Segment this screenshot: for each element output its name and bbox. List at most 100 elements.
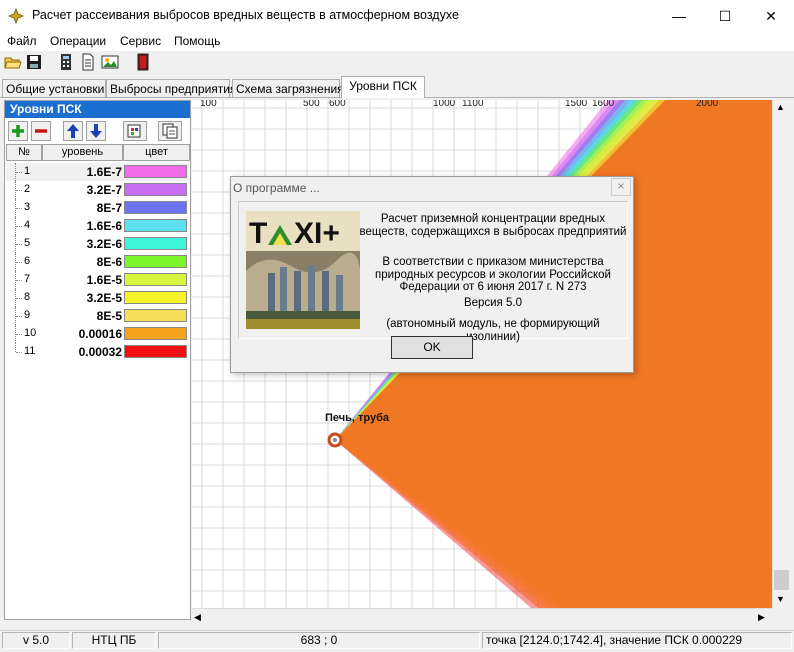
ok-button[interactable]: OK — [391, 336, 473, 359]
level-number: 8 — [24, 291, 31, 303]
calculator-icon[interactable] — [57, 53, 75, 71]
level-value: 0.00032 — [78, 345, 122, 359]
about-dialog: О программе ... × T XI+ Расчет приземной… — [230, 176, 634, 373]
minus-icon — [35, 129, 47, 133]
tree-branch — [16, 244, 22, 246]
svg-text:XI+: XI+ — [294, 217, 340, 250]
tree-branch — [16, 172, 22, 174]
level-color-swatch[interactable] — [124, 165, 187, 178]
close-button[interactable]: ✕ — [748, 0, 794, 32]
level-color-swatch[interactable] — [124, 291, 187, 304]
scroll-up-icon[interactable]: ▲ — [776, 102, 785, 112]
level-value: 8E-7 — [96, 201, 122, 215]
level-value: 0.00016 — [78, 327, 122, 341]
vertical-scrollbar[interactable]: ▲ ▼ — [772, 100, 790, 608]
menu-service[interactable]: Сервис — [120, 34, 161, 48]
palette-icon — [127, 124, 141, 138]
window-title: Расчет рассеивания выбросов вредных веще… — [32, 8, 459, 22]
level-row[interactable]: 7 1.6E-5 — [6, 271, 189, 289]
level-number: 2 — [24, 183, 31, 195]
axis-tick-label: 100 — [200, 100, 217, 109]
open-folder-icon[interactable] — [4, 53, 22, 71]
level-value: 1.6E-5 — [86, 273, 122, 287]
menu-help[interactable]: Помощь — [174, 34, 220, 48]
move-down-button[interactable] — [86, 121, 106, 141]
dialog-close-button[interactable]: × — [611, 178, 631, 196]
level-row[interactable]: 4 1.6E-6 — [6, 217, 189, 235]
save-disk-icon[interactable] — [25, 53, 43, 71]
status-coordinates: 683 ; 0 — [158, 632, 480, 649]
tab-enterprise-emissions[interactable]: Выбросы предприятия — [106, 79, 236, 97]
level-row[interactable]: 9 8E-5 — [6, 307, 189, 325]
level-row[interactable]: 11 0.00032 — [6, 343, 189, 361]
exit-door-icon[interactable] — [134, 53, 152, 71]
level-value: 1.6E-6 — [86, 219, 122, 233]
axis-tick-label: 1500 — [565, 100, 588, 109]
toolbar — [0, 51, 794, 75]
level-number: 4 — [24, 219, 31, 231]
svg-text:T: T — [249, 217, 267, 250]
level-number: 7 — [24, 273, 31, 285]
axis-tick-label: 1100 — [462, 100, 484, 109]
status-version: v 5.0 — [2, 632, 70, 649]
level-value: 8E-5 — [96, 309, 122, 323]
horizontal-scrollbar[interactable]: ◀ ▶ — [192, 608, 772, 626]
level-row[interactable]: 1 1.6E-7 — [6, 163, 189, 181]
menu-operations[interactable]: Операции — [50, 34, 106, 48]
col-header-num[interactable]: № — [6, 144, 42, 161]
level-row[interactable]: 2 3.2E-7 — [6, 181, 189, 199]
level-value: 1.6E-7 — [86, 165, 122, 179]
scroll-down-icon[interactable]: ▼ — [776, 594, 785, 604]
app-logo-icon — [8, 8, 24, 24]
image-icon[interactable] — [101, 53, 119, 71]
level-color-swatch[interactable] — [124, 201, 187, 214]
col-header-color[interactable]: цвет — [123, 144, 190, 161]
tab-psk-levels[interactable]: Уровни ПСК — [341, 76, 425, 98]
level-row[interactable]: 3 8E-7 — [6, 199, 189, 217]
copy-levels-button[interactable] — [158, 121, 182, 141]
level-row[interactable]: 8 3.2E-5 — [6, 289, 189, 307]
level-color-swatch[interactable] — [124, 237, 187, 250]
document-icon[interactable] — [79, 53, 97, 71]
source-label: Печь, труба — [325, 412, 390, 424]
level-row[interactable]: 6 8E-6 — [6, 253, 189, 271]
tab-pollution-scheme[interactable]: Схема загрязнения — [232, 79, 344, 97]
copy-icon — [162, 123, 178, 139]
level-color-swatch[interactable] — [124, 219, 187, 232]
scroll-thumb[interactable] — [774, 570, 789, 590]
level-color-swatch[interactable] — [124, 309, 187, 322]
level-color-swatch[interactable] — [124, 273, 187, 286]
remove-level-button[interactable] — [31, 121, 51, 141]
level-row[interactable]: 10 0.00016 — [6, 325, 189, 343]
tree-branch — [16, 298, 22, 300]
level-value: 3.2E-7 — [86, 183, 122, 197]
arrow-up-icon — [67, 124, 79, 138]
scroll-left-icon[interactable]: ◀ — [194, 612, 201, 623]
level-color-swatch[interactable] — [124, 255, 187, 268]
menu-file[interactable]: Файл — [7, 34, 37, 48]
move-up-button[interactable] — [63, 121, 83, 141]
col-header-level[interactable]: уровень — [42, 144, 123, 161]
tree-branch — [16, 190, 22, 192]
palette-button[interactable] — [123, 121, 147, 141]
level-row[interactable]: 5 3.2E-6 — [6, 235, 189, 253]
tree-branch — [16, 226, 22, 228]
add-level-button[interactable] — [8, 121, 28, 141]
level-number: 5 — [24, 237, 31, 249]
dialog-order-text: В соответствии с приказом министерства п… — [375, 256, 611, 293]
level-color-swatch[interactable] — [124, 345, 187, 358]
level-number: 11 — [24, 345, 36, 357]
minimize-button[interactable]: — — [656, 0, 702, 32]
level-color-swatch[interactable] — [124, 183, 187, 196]
tree-branch — [16, 352, 22, 354]
level-number: 3 — [24, 201, 31, 213]
axis-tick-label: 600 — [329, 100, 346, 109]
level-color-swatch[interactable] — [124, 327, 187, 340]
level-value: 3.2E-5 — [86, 291, 122, 305]
status-point-info: точка [2124.0;1742.4], значение ПСК 0.00… — [482, 632, 792, 649]
taxi-logo-image: T XI+ — [246, 211, 360, 329]
scroll-right-icon[interactable]: ▶ — [758, 612, 765, 623]
tab-general-settings[interactable]: Общие установки — [2, 79, 106, 97]
emission-source-center — [333, 438, 337, 442]
maximize-button[interactable]: ☐ — [702, 0, 748, 32]
